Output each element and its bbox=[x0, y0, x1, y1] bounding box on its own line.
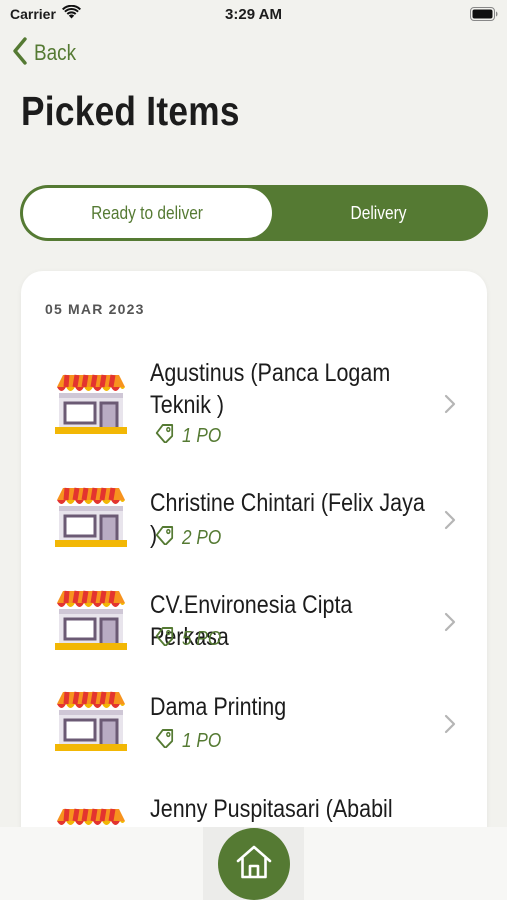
back-label: Back bbox=[34, 40, 77, 65]
tab-label: Delivery bbox=[350, 202, 407, 223]
store-icon bbox=[55, 373, 127, 440]
list-item[interactable]: Agustinus (Panca Logam Teknik ) 1 PO bbox=[21, 351, 487, 455]
chevron-right-icon bbox=[443, 393, 457, 420]
status-bar: Carrier 3:29 AM bbox=[0, 0, 507, 30]
store-icon bbox=[55, 589, 127, 656]
list-item[interactable]: CV.Environesia Cipta Perkasa 5 PO bbox=[21, 571, 487, 661]
tab-delivery[interactable]: Delivery bbox=[272, 188, 485, 238]
tab-label: Ready to deliver bbox=[91, 202, 204, 223]
battery-icon bbox=[470, 7, 498, 26]
store-icon bbox=[55, 486, 127, 553]
po-count-label: 1 PO bbox=[182, 424, 222, 447]
list-item[interactable]: Christine Chintari (Felix Jaya ) 2 PO bbox=[21, 471, 487, 561]
customer-name: Agustinus (Panca Logam Teknik ) bbox=[150, 359, 391, 419]
customer-name: Dama Printing bbox=[150, 693, 287, 721]
po-count: 2 PO bbox=[150, 525, 228, 551]
date-header: 05 MAR 2023 bbox=[45, 301, 145, 317]
tag-icon bbox=[155, 423, 174, 449]
picked-items-card: 05 MAR 2023 Agustinus (Panca Logam Tekni… bbox=[21, 271, 487, 900]
tab-ready-to-deliver[interactable]: Ready to deliver bbox=[23, 188, 272, 238]
chevron-left-icon bbox=[12, 36, 28, 70]
segmented-control: Ready to deliver Delivery bbox=[20, 185, 488, 241]
po-count-label: 5 PO bbox=[182, 627, 222, 650]
po-count: 1 PO bbox=[150, 728, 228, 754]
back-button[interactable]: Back bbox=[12, 36, 83, 70]
status-time: 3:29 AM bbox=[225, 6, 282, 23]
tag-icon bbox=[155, 626, 174, 652]
po-count-label: 1 PO bbox=[182, 729, 222, 752]
chevron-right-icon bbox=[443, 611, 457, 638]
store-icon bbox=[55, 690, 127, 757]
customer-name: Jenny Puspitasari (Ababil bbox=[150, 795, 393, 823]
list-item[interactable]: Dama Printing 1 PO bbox=[21, 673, 487, 763]
chevron-right-icon bbox=[443, 713, 457, 740]
chevron-right-icon bbox=[443, 509, 457, 536]
po-count: 5 PO bbox=[150, 626, 228, 652]
page-title: Picked Items bbox=[21, 88, 240, 134]
tag-icon bbox=[155, 525, 174, 551]
po-count-label: 2 PO bbox=[182, 526, 222, 549]
po-count: 1 PO bbox=[150, 423, 228, 449]
home-button[interactable] bbox=[218, 828, 290, 900]
home-icon bbox=[235, 844, 273, 885]
tag-icon bbox=[155, 728, 174, 754]
